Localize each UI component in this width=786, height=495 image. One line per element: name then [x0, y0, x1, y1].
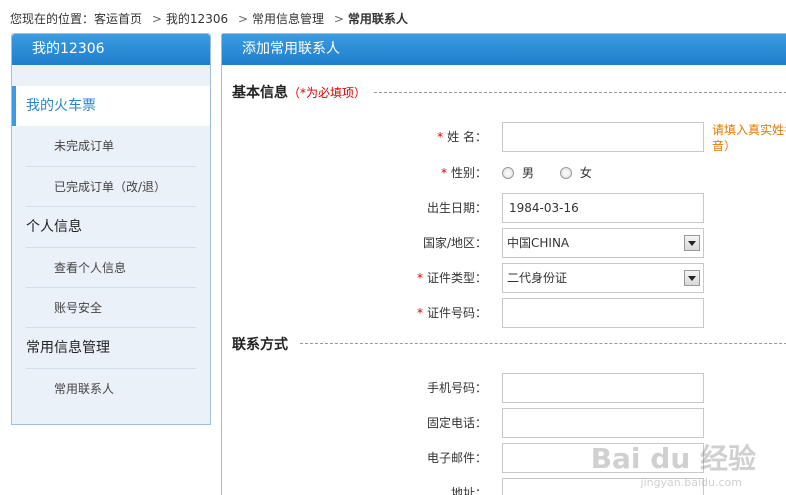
address-label: 地址：	[450, 486, 487, 495]
chevron-down-icon[interactable]	[684, 270, 700, 286]
sidebar-item-contacts[interactable]: 常用联系人	[26, 368, 196, 408]
birth-label: 出生日期：	[426, 201, 487, 215]
email-label: 电子邮件：	[426, 451, 487, 465]
breadcrumb-current: 常用联系人	[347, 12, 408, 26]
mobile-input[interactable]	[502, 373, 704, 403]
id-number-input[interactable]	[502, 298, 704, 328]
section-basic-info-title: 基本信息	[232, 85, 288, 101]
breadcrumb-link-home[interactable]: 客运首页	[94, 10, 142, 27]
form-row-id-number: * 证件号码：	[222, 298, 786, 328]
baidu-watermark-url: jingyan.baidu.com	[640, 476, 742, 489]
form-row-id-type: * 证件类型： 二代身份证	[222, 263, 786, 293]
form-row-birth: 出生日期： 1984-03-16	[222, 193, 786, 223]
breadcrumb-separator: >	[237, 12, 248, 26]
form-row-name: *姓 名： 请填入真实姓名（拼音）	[222, 122, 786, 153]
id-type-select[interactable]: 二代身份证	[502, 263, 704, 293]
id-type-select-value: 二代身份证	[507, 271, 568, 285]
id-number-label: * 证件号码：	[416, 306, 487, 320]
country-select[interactable]: 中国CHINA	[502, 228, 704, 258]
sidebar-item-my-tickets[interactable]: 我的火车票	[12, 86, 210, 126]
breadcrumb-separator: >	[151, 12, 162, 26]
gender-female-radio[interactable]	[559, 166, 572, 179]
required-star: *	[440, 166, 447, 180]
section-basic-info: 基本信息（*为必填项）	[232, 82, 366, 102]
phone-label: 固定电话：	[426, 416, 487, 430]
required-note: （*为必填项）	[288, 86, 367, 100]
sidebar-menu: 我的火车票 未完成订单 已完成订单（改/退） 个人信息 查看个人信息 账号安全 …	[12, 86, 210, 408]
form-row-gender: * 性别： 男 女	[222, 158, 786, 188]
name-input[interactable]	[502, 122, 704, 152]
sidebar-item-unfinished-orders[interactable]: 未完成订单	[26, 126, 196, 166]
gender-label: * 性别：	[440, 166, 487, 180]
section-divider	[374, 92, 786, 93]
sidebar-item-view-personal-info[interactable]: 查看个人信息	[26, 247, 196, 287]
gender-radio-group: 男 女	[502, 158, 614, 188]
required-star: *	[437, 130, 444, 144]
sidebar-item-account-security[interactable]: 账号安全	[26, 287, 196, 327]
sidebar-item-finished-orders[interactable]: 已完成订单（改/退）	[26, 166, 196, 206]
gender-male-label[interactable]: 男	[522, 166, 534, 180]
breadcrumb-separator: >	[333, 12, 344, 26]
sidebar-title: 我的12306	[12, 34, 210, 65]
main-title: 添加常用联系人	[222, 34, 786, 65]
country-select-value: 中国CHINA	[507, 236, 570, 250]
sidebar-group-personal-info[interactable]: 个人信息	[12, 207, 210, 247]
breadcrumb-link-my12306[interactable]: 我的12306	[166, 10, 228, 27]
main-panel: 添加常用联系人 基本信息（*为必填项） *姓 名： 请填入真实姓名（拼音） *性…	[221, 33, 786, 495]
breadcrumb-prefix: 您现在的位置：	[10, 12, 95, 26]
mobile-label: 手机号码：	[426, 381, 487, 395]
breadcrumb-link-info-management[interactable]: 常用信息管理	[252, 10, 324, 27]
form-row-phone: 固定电话：	[222, 408, 786, 438]
form-row-mobile: 手机号码：	[222, 373, 786, 403]
name-hint: 请填入真实姓名（拼音）	[712, 123, 786, 153]
baidu-watermark: Bai du 经验	[590, 442, 756, 475]
name-label: * 姓 名：	[437, 130, 487, 144]
gender-female-label[interactable]: 女	[580, 166, 592, 180]
country-label: 国家/地区：	[422, 236, 487, 250]
required-star: *	[416, 306, 423, 320]
breadcrumb: 您现在的位置：客运首页 > 我的12306 > 常用信息管理 > 常用联系人	[10, 10, 408, 27]
section-divider	[300, 343, 786, 344]
id-type-label: * 证件类型：	[416, 271, 487, 285]
phone-input[interactable]	[502, 408, 704, 438]
birth-date-input[interactable]: 1984-03-16	[502, 193, 704, 223]
gender-male-radio[interactable]	[502, 166, 514, 179]
required-star: *	[416, 271, 423, 285]
sidebar-group-info-management[interactable]: 常用信息管理	[12, 328, 210, 368]
form-row-country: 国家/地区： 中国CHINA	[222, 228, 786, 258]
sidebar: 我的12306 我的火车票 未完成订单 已完成订单（改/退） 个人信息 查看个人…	[11, 33, 211, 425]
section-contact: 联系方式	[232, 337, 288, 353]
chevron-down-icon[interactable]	[684, 235, 700, 251]
